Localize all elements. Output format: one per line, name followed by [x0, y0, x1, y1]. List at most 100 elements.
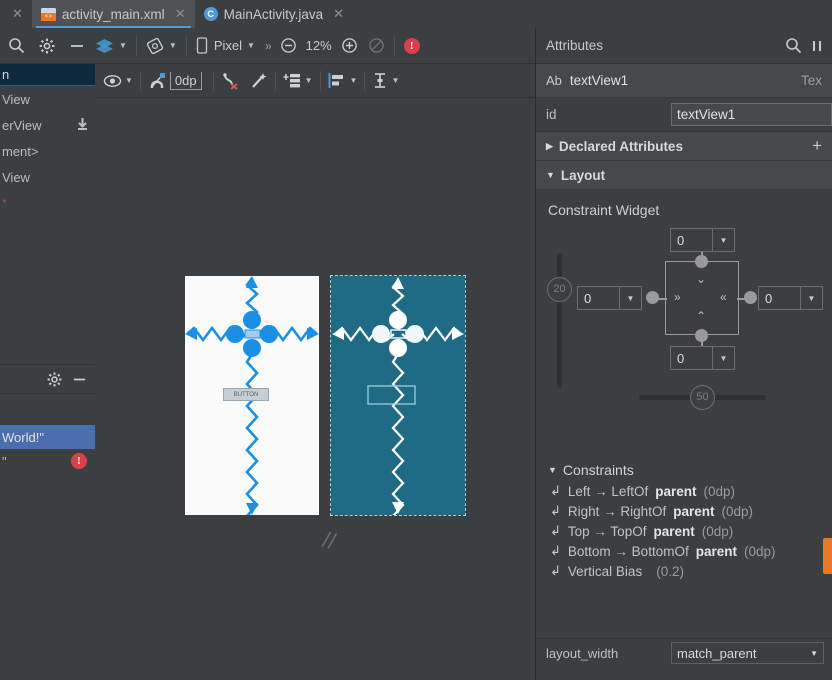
zoom-in-icon[interactable] — [341, 37, 358, 54]
chevron-down-icon[interactable]: ▼ — [119, 41, 127, 50]
rotate-device-icon[interactable] — [146, 37, 164, 55]
editor-tab-bar: ✕ activity_main.xml ✕ C MainActivity.jav… — [0, 0, 832, 28]
chevron-down-icon[interactable]: ▼ — [712, 347, 734, 369]
margin-bottom-field[interactable]: 0 ▼ — [670, 346, 735, 370]
page-title: Attributes — [546, 38, 604, 53]
anchor-top[interactable] — [695, 255, 708, 268]
divider — [212, 70, 214, 91]
palette-item-recyclerview[interactable]: erView — [0, 112, 95, 138]
anchor-right[interactable] — [744, 291, 757, 304]
resize-handle-icon[interactable]: // — [320, 527, 338, 555]
collapse-icon[interactable] — [72, 372, 87, 387]
id-input[interactable]: textView1 — [671, 103, 832, 126]
margin-right-field[interactable]: 0 ▼ — [758, 286, 823, 310]
close-icon[interactable]: ✕ — [175, 7, 186, 22]
zoom-fit-icon[interactable] — [368, 37, 385, 54]
minimize-icon[interactable] — [69, 38, 85, 54]
chevron-down-icon[interactable]: ▼ — [810, 649, 818, 658]
component-tree-row[interactable]: " ! — [0, 449, 95, 473]
attributes-header: Attributes — [536, 28, 832, 64]
chevron-double-up-icon[interactable]: ⌃ — [696, 309, 706, 323]
clear-constraints-icon[interactable] — [221, 72, 240, 90]
download-icon[interactable] — [76, 117, 89, 133]
search-icon[interactable] — [785, 37, 802, 54]
eye-icon[interactable] — [103, 74, 122, 88]
chevron-down-icon[interactable]: ▼ — [247, 41, 255, 50]
editor-tab-partial[interactable]: ✕ — [0, 0, 32, 28]
add-guideline-icon[interactable] — [283, 72, 302, 89]
close-icon[interactable]: ✕ — [12, 7, 23, 22]
align-icon[interactable] — [328, 72, 347, 89]
chevron-down-icon: ▼ — [548, 465, 557, 475]
divider — [139, 70, 141, 91]
chevron-down-icon[interactable]: ▼ — [619, 287, 641, 309]
palette-item-view[interactable]: View — [0, 86, 95, 112]
constraint-row-left[interactable]: ↲ Left → LeftOf parent (0dp) — [536, 481, 832, 501]
palette-item-scrollview[interactable]: View — [0, 164, 95, 190]
chevron-down-icon[interactable]: ▼ — [305, 76, 313, 85]
plus-icon[interactable]: + — [812, 136, 822, 156]
search-icon[interactable] — [8, 37, 25, 54]
anchor-left[interactable] — [646, 291, 659, 304]
design-preview[interactable]: BUTTON — [185, 276, 319, 525]
palette-item-selected[interactable]: n — [0, 64, 95, 86]
chevron-down-icon[interactable]: ▼ — [350, 76, 358, 85]
constraint-row-right[interactable]: ↲ Right → RightOf parent (0dp) — [536, 501, 832, 521]
chevron-double-right-icon[interactable]: » — [674, 290, 681, 304]
chevron-down-icon[interactable]: ▼ — [391, 76, 399, 85]
margin-top-field[interactable]: 0 ▼ — [670, 228, 735, 252]
error-icon[interactable]: ! — [71, 453, 87, 469]
chevron-double-left-icon[interactable]: « — [720, 290, 727, 304]
horizontal-bias-slider[interactable]: 50 — [639, 385, 766, 410]
component-tree-selected-row[interactable]: World!" — [0, 425, 95, 449]
chevron-down-icon[interactable]: ▼ — [712, 229, 734, 251]
editor-tab-mainactivity-java[interactable]: C MainActivity.java ✕ — [195, 0, 353, 28]
constraint-widget[interactable]: 20 0 ▼ 0 ▼ 0 ▼ 0 ▼ ⌄ ⌃ » « 50 — [536, 218, 832, 458]
gear-icon[interactable] — [39, 38, 55, 54]
palette-item-fragment[interactable]: ment> — [0, 138, 95, 164]
horizontal-bias-thumb[interactable]: 50 — [690, 385, 715, 410]
blueprint-preview[interactable] — [330, 275, 466, 525]
gear-icon[interactable] — [47, 372, 62, 387]
button-widget[interactable]: BUTTON — [223, 388, 269, 401]
default-margin-field[interactable]: 0dp — [169, 71, 202, 90]
constraint-row-vertical-bias[interactable]: ↲ Vertical Bias (0.2) — [536, 561, 832, 581]
id-attribute-row: id textView1 — [536, 98, 832, 132]
magnet-off-icon[interactable] — [148, 72, 166, 90]
magic-wand-icon[interactable] — [250, 72, 268, 90]
palette-item-partial[interactable]: * — [0, 190, 95, 216]
selected-widget-row[interactable]: Ab textView1 Tex — [536, 64, 832, 98]
layers-icon[interactable] — [95, 37, 114, 54]
declared-attributes-section[interactable]: ▶ Declared Attributes + — [536, 132, 832, 161]
constraints-section[interactable]: ▼ Constraints — [536, 458, 832, 481]
error-icon[interactable]: ! — [403, 37, 420, 54]
chevron-down-icon[interactable]: ▼ — [125, 76, 133, 85]
vertical-bias-slider[interactable]: 20 — [547, 253, 572, 388]
zoom-out-icon[interactable] — [280, 37, 297, 54]
editor-tab-activity-main-xml[interactable]: activity_main.xml ✕ — [31, 0, 195, 28]
baseline-margin-icon[interactable] — [372, 72, 388, 89]
overflow-chevrons-icon[interactable]: » — [265, 39, 272, 53]
close-icon[interactable]: ✕ — [333, 7, 344, 22]
chevron-down-icon[interactable]: ▼ — [169, 41, 177, 50]
vertical-bias-thumb[interactable]: 20 — [547, 277, 572, 302]
chevron-double-down-icon[interactable]: ⌄ — [696, 272, 706, 286]
palette-toolbar — [0, 37, 95, 54]
more-icon[interactable] — [812, 38, 824, 54]
anchor-bottom[interactable] — [695, 329, 708, 342]
margin-right-value: 0 — [765, 290, 773, 306]
chevron-down-icon[interactable]: ▼ — [800, 287, 822, 309]
palette-item-label: View — [2, 91, 30, 107]
notification-tab[interactable] — [823, 538, 832, 574]
device-selector-label[interactable]: Pixel — [214, 38, 242, 53]
constraint-row-top[interactable]: ↲ Top → TopOf parent (0dp) — [536, 521, 832, 541]
margin-left-field[interactable]: 0 ▼ — [577, 286, 642, 310]
constraint-row-bottom[interactable]: ↲ Bottom → BottomOf parent (0dp) — [536, 541, 832, 561]
constraint-name: Bottom → BottomOf — [567, 543, 689, 559]
anchor-top — [243, 311, 261, 329]
design-surface[interactable]: BUTTON // — [95, 98, 535, 680]
anchor-bottom — [389, 339, 407, 357]
layout-width-field[interactable]: match_parent ▼ — [671, 642, 824, 664]
layout-section[interactable]: ▼ Layout — [536, 161, 832, 190]
palette-item-label: n — [2, 67, 10, 82]
